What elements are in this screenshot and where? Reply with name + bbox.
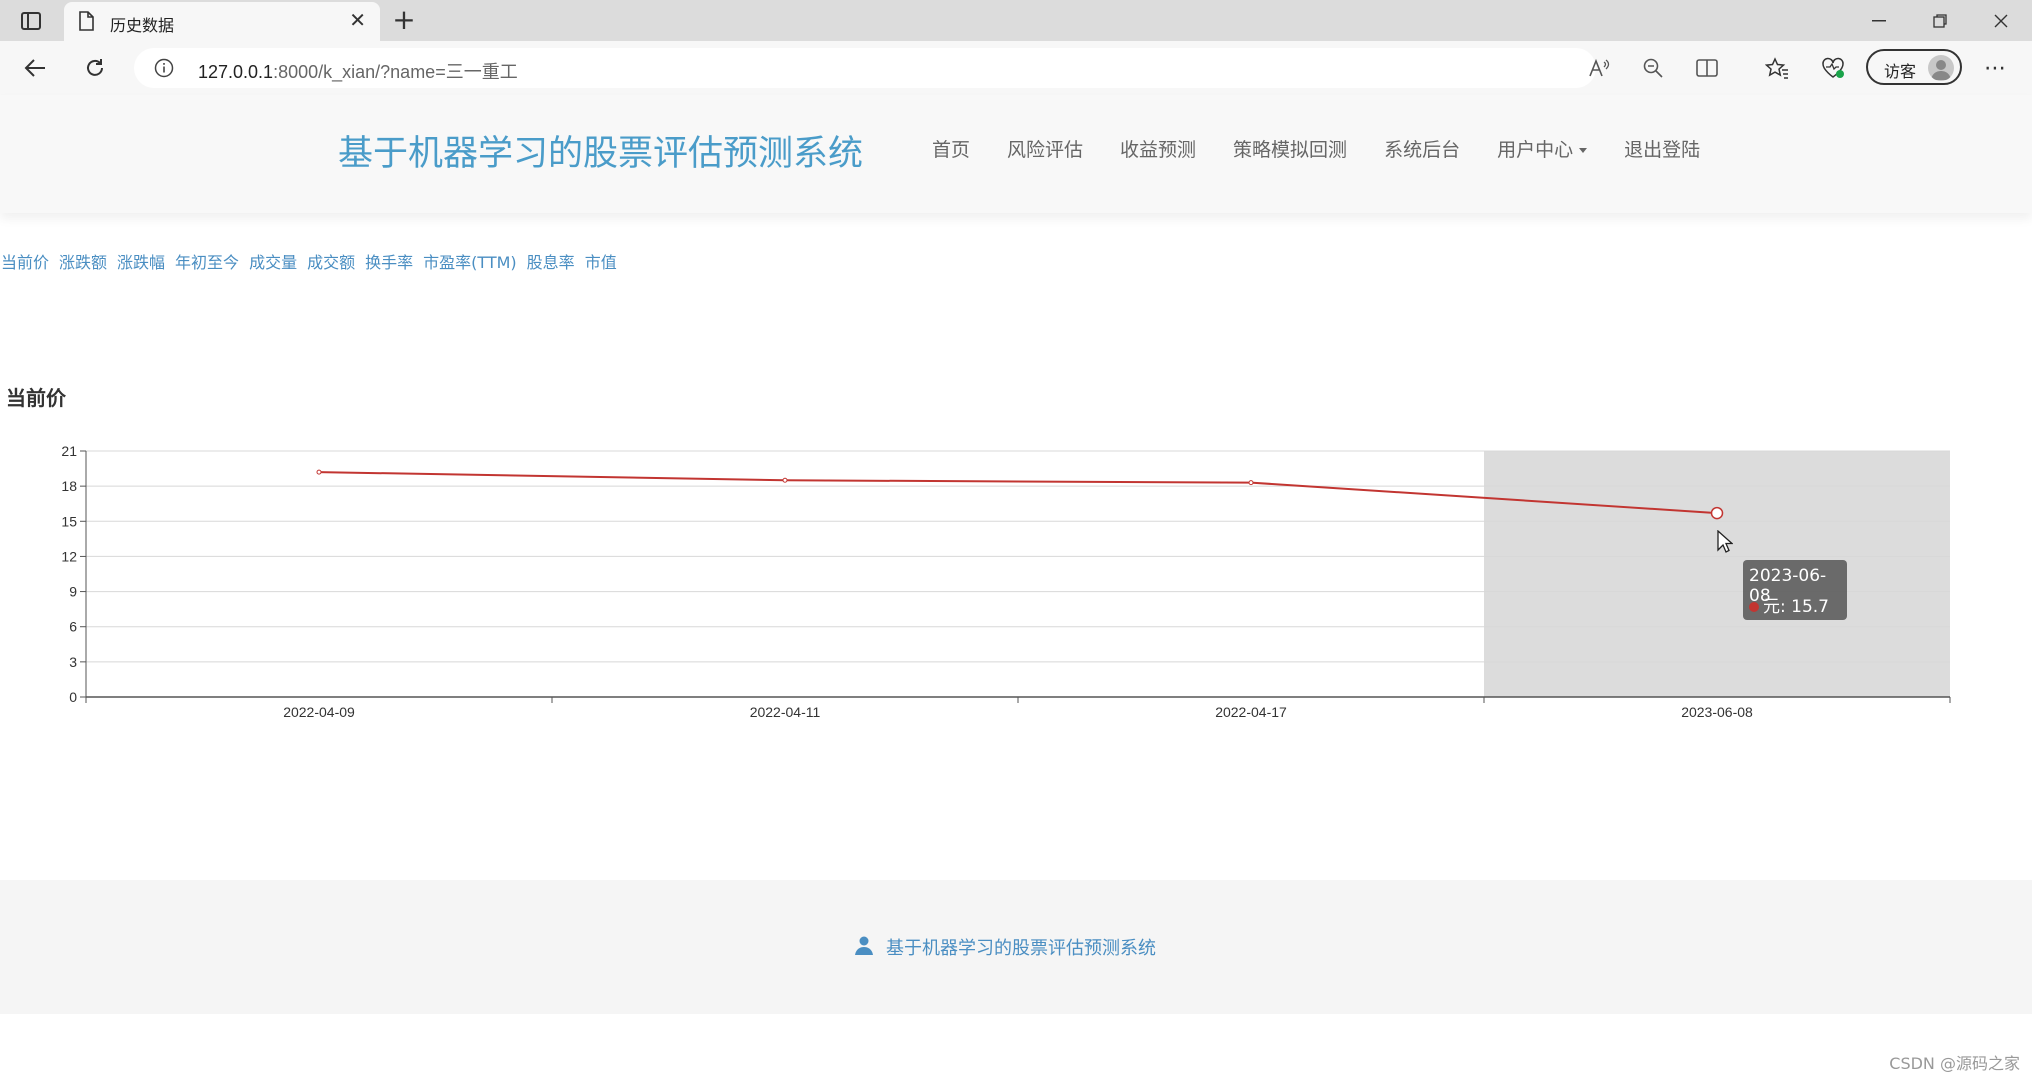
price-line-chart[interactable]: 0 3 6 9 12 15 18 21 2022-04-09 2022-04-11 2022-04-…: [0, 430, 2032, 740]
reload-icon[interactable]: [80, 53, 110, 83]
favorites-icon[interactable]: [1762, 53, 1792, 83]
avatar-icon: [1928, 55, 1954, 81]
metric-turnover[interactable]: 成交额: [307, 249, 355, 273]
data-point: [1710, 506, 1724, 520]
guest-profile-button[interactable]: 访客: [1866, 49, 1962, 85]
x-tick-label: 2023-06-08: [1681, 704, 1753, 720]
tooltip-value: 元: 15.7: [1763, 597, 1829, 617]
metric-market-cap[interactable]: 市值: [585, 249, 617, 273]
y-tick-label: 15: [61, 513, 77, 529]
metric-change-amount[interactable]: 涨跌额: [59, 249, 107, 273]
read-aloud-icon[interactable]: [1584, 53, 1614, 83]
main-nav: 首页 风险评估 收益预测 策略模拟回测 系统后台 用户中心 退出登陆: [932, 135, 1737, 162]
chart-tooltip: 2023-06-08 元: 15.7: [1743, 560, 1847, 620]
browser-tab-active[interactable]: 历史数据 ✕: [64, 2, 380, 41]
minimize-icon[interactable]: [1864, 8, 1894, 34]
nav-return-prediction[interactable]: 收益预测: [1120, 135, 1196, 162]
x-tick-label: 2022-04-11: [750, 704, 821, 720]
data-point: [316, 469, 322, 475]
mouse-cursor-icon: [1717, 529, 1734, 558]
watermark: CSDN @源码之家: [1889, 1054, 2020, 1073]
split-screen-icon[interactable]: [1692, 53, 1722, 83]
metric-change-percent[interactable]: 涨跌幅: [117, 249, 165, 273]
user-icon: [854, 935, 874, 959]
metric-ytd[interactable]: 年初至今: [175, 249, 239, 273]
zoom-out-icon[interactable]: [1638, 53, 1668, 83]
y-tick-label: 3: [69, 654, 77, 670]
footer-text[interactable]: 基于机器学习的股票评估预测系统: [886, 934, 1156, 960]
footer-content: 基于机器学习的股票评估预测系统: [854, 934, 1156, 960]
new-tab-button[interactable]: +: [390, 6, 418, 34]
site-header: 基于机器学习的股票评估预测系统 首页 风险评估 收益预测 策略模拟回测 系统后台…: [0, 95, 2032, 213]
highlight-band: [1484, 451, 1950, 697]
url-text: 127.0.0.1:8000/k_xian/?name=三一重工: [198, 58, 518, 84]
metric-links: 当前价 涨跌额 涨跌幅 年初至今 成交量 成交额 换手率 市盈率(TTM) 股息…: [1, 249, 627, 273]
window-close-icon[interactable]: [1986, 8, 2016, 34]
site-info-icon[interactable]: [154, 58, 174, 82]
tab-title: 历史数据: [110, 16, 175, 35]
caret-down-icon: [1579, 148, 1588, 153]
site-brand[interactable]: 基于机器学习的股票评估预测系统: [338, 125, 863, 176]
y-tick-label: 6: [69, 619, 77, 635]
y-tick-label: 0: [69, 689, 77, 705]
url-field[interactable]: 127.0.0.1:8000/k_xian/?name=三一重工: [134, 48, 1596, 88]
more-options-button[interactable]: ⋯: [1980, 53, 2010, 83]
y-tick-label: 12: [61, 548, 77, 564]
y-tick-label: 21: [61, 443, 77, 459]
url-path: :8000/k_xian/?name=三一重工: [273, 62, 518, 82]
tooltip-row: 元: 15.7: [1749, 592, 1829, 617]
metric-dividend-yield[interactable]: 股息率: [527, 249, 575, 273]
nav-home[interactable]: 首页: [932, 135, 970, 162]
browser-address-bar: 127.0.0.1:8000/k_xian/?name=三一重工 访客 ⋯: [0, 41, 2032, 96]
browser-essentials-icon[interactable]: [1818, 53, 1848, 83]
back-arrow-icon[interactable]: [20, 53, 50, 83]
metric-pe-ttm[interactable]: 市盈率(TTM): [423, 249, 517, 273]
metric-turnover-rate[interactable]: 换手率: [365, 249, 413, 273]
data-point: [1248, 480, 1254, 486]
url-host: 127.0.0.1: [198, 62, 274, 82]
document-icon: [78, 11, 94, 35]
y-tick-label: 9: [69, 584, 77, 600]
restore-icon[interactable]: [1925, 8, 1955, 34]
metric-current-price[interactable]: 当前价: [1, 249, 49, 273]
nav-strategy-backtest[interactable]: 策略模拟回测: [1233, 135, 1347, 162]
chart-title: 当前价: [6, 386, 66, 410]
nav-user-center[interactable]: 用户中心: [1497, 135, 1588, 162]
guest-label: 访客: [1884, 62, 1917, 81]
x-tick-label: 2022-04-17: [1215, 704, 1287, 720]
browser-tab-bar: 历史数据 ✕ +: [0, 0, 2032, 41]
nav-admin[interactable]: 系统后台: [1384, 135, 1460, 162]
nav-user-center-label: 用户中心: [1497, 139, 1574, 161]
y-tick-label: 18: [61, 478, 77, 494]
metric-volume[interactable]: 成交量: [249, 249, 297, 273]
tab-close-icon[interactable]: ✕: [349, 10, 366, 30]
site-footer: 基于机器学习的股票评估预测系统: [0, 880, 2032, 1014]
nav-risk-assessment[interactable]: 风险评估: [1007, 135, 1083, 162]
data-point: [782, 477, 788, 483]
x-tick-label: 2022-04-09: [283, 704, 355, 720]
sidebar-toggle-icon[interactable]: [18, 9, 44, 33]
nav-logout[interactable]: 退出登陆: [1624, 135, 1700, 162]
tooltip-series-dot: [1749, 602, 1759, 612]
